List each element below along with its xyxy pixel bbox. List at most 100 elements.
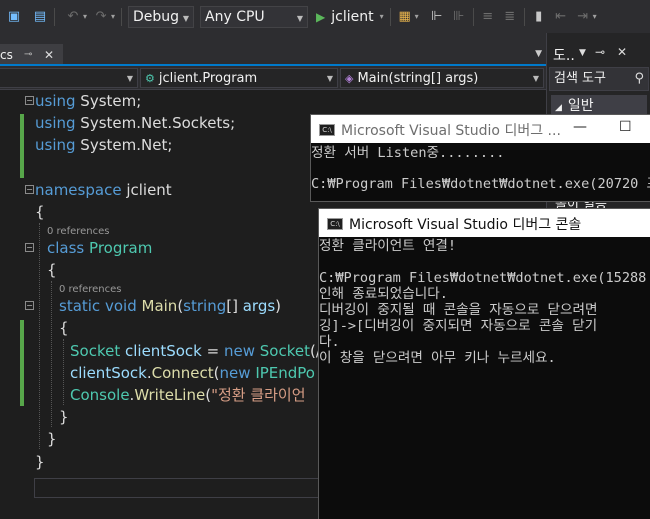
console-output-line: 정환 서버 Listen중........ xyxy=(311,145,505,161)
change-indicator xyxy=(20,114,24,178)
collapse-icon[interactable]: − xyxy=(25,243,34,252)
code-line: clientSock.Connect(new IPEndPo xyxy=(70,364,315,382)
code-line: } xyxy=(35,453,45,471)
console-output-line: 다. xyxy=(319,334,340,350)
toolbar-overflow-icon[interactable]: ▾ xyxy=(593,12,597,21)
bookmark-icon[interactable]: ▮ xyxy=(531,9,547,25)
console-output-line: C:₩Program Files₩dotnet₩dotnet.exe(15288… xyxy=(319,270,650,286)
code-line: Socket clientSock = new Socket(/ xyxy=(70,342,321,360)
document-tab-row: cs ⊸ ✕ ▼ xyxy=(0,33,546,66)
chevron-down-icon: ▼ xyxy=(296,13,304,23)
console-output-line: 깅]->[디버깅이 중지되면 자동으로 콘솔 닫기 xyxy=(319,318,598,334)
indent-guide xyxy=(39,223,40,449)
debug-console-window-front[interactable]: C:\ Microsoft Visual Studio 디버그 콘솔 정환 클라… xyxy=(318,208,650,519)
class-icon: ⚙ xyxy=(145,72,155,85)
toolbar-separator xyxy=(389,7,391,26)
tab-label: cs xyxy=(0,48,13,62)
search-placeholder: 검색 도구 xyxy=(554,71,606,86)
console-output-line: 이 창을 닫으려면 아무 키나 누르세요. xyxy=(319,350,556,366)
method-icon: ◈ xyxy=(345,72,354,85)
solution-platform-dropdown[interactable]: Any CPU ▼ xyxy=(200,5,309,28)
code-line: static void Main(string[] args) xyxy=(59,297,282,315)
pin-icon[interactable]: ⊸ xyxy=(24,44,32,66)
collapse-icon[interactable]: − xyxy=(25,301,34,310)
code-line: using System.Net.Sockets; xyxy=(35,114,236,132)
console-output-line: C:₩Program Files₩dotnet₩dotnet.exe(20720… xyxy=(311,176,650,192)
console-titlebar[interactable]: C:\ Microsoft Visual Studio 디버그 콘솔 xyxy=(319,209,650,237)
search-icon: ⚲ xyxy=(634,71,644,86)
console-titlebar[interactable]: C:\ Microsoft Visual Studio 디버그 ... — ☐ xyxy=(311,115,650,143)
panel-title: 도.. xyxy=(553,48,575,64)
chevron-down-icon: ▼ xyxy=(326,74,333,83)
maximize-icon[interactable]: ☐ xyxy=(619,119,632,135)
console-output-line: 정환 클라이언트 연결! xyxy=(319,238,457,254)
tab-program-cs[interactable]: cs ⊸ ✕ xyxy=(0,44,63,66)
toolbar-separator xyxy=(472,7,474,26)
class-combo[interactable]: ⚙ jclient.Program ▼ xyxy=(140,68,338,88)
uncomment-icon[interactable]: ≣ xyxy=(502,9,518,25)
bookmark-next-icon[interactable]: ⇥ xyxy=(575,9,591,25)
code-line: } xyxy=(47,430,57,448)
toolbar-separator xyxy=(523,7,525,26)
code-line: } xyxy=(59,408,69,426)
caret-down-icon: ◢ xyxy=(555,103,562,113)
solution-configuration-dropdown[interactable]: Debug ▼ xyxy=(128,5,195,28)
code-line: using System; xyxy=(35,92,142,110)
collapse-icon[interactable]: − xyxy=(25,96,34,105)
console-icon: C:\ xyxy=(327,218,343,230)
chevron-down-icon[interactable]: ▾ xyxy=(415,12,419,21)
bookmark-prev-icon[interactable]: ⇤ xyxy=(553,9,569,25)
toolbar-separator xyxy=(54,7,55,26)
chevron-down-icon: ▼ xyxy=(182,13,190,23)
code-line: { xyxy=(47,261,57,279)
chevron-down-icon: ▾ xyxy=(379,12,384,21)
step-over-icon[interactable]: ⊪ xyxy=(451,9,467,25)
save-icon[interactable]: ▣ xyxy=(6,9,22,25)
member-combo[interactable]: ◈ Main(string[] args) ▼ xyxy=(340,68,544,88)
group-label: 일반 xyxy=(567,98,594,114)
redo-icon[interactable]: ↷ xyxy=(93,9,109,25)
step-into-icon[interactable]: ⊩ xyxy=(429,9,445,25)
debug-console-window-back[interactable]: C:\ Microsoft Visual Studio 디버그 ... — ☐ … xyxy=(310,114,650,202)
platform-value: Any CPU xyxy=(205,8,265,25)
minimize-icon[interactable]: — xyxy=(573,119,587,135)
console-icon: C:\ xyxy=(319,124,335,136)
project-combo[interactable]: ▼ xyxy=(0,68,138,88)
undo-icon[interactable]: ↶ xyxy=(65,9,81,25)
class-combo-value: jclient.Program xyxy=(158,71,258,86)
codelens-references[interactable]: 0 references xyxy=(47,226,110,237)
chevron-down-icon: ▼ xyxy=(532,74,539,83)
main-toolbar: ▣ ▤ ↶ ▾ ↷ ▾ Debug ▼ Any CPU ▼ ▶ jclient … xyxy=(0,0,650,33)
undo-dropdown-icon[interactable]: ▾ xyxy=(83,12,87,21)
code-line: namespace jclient xyxy=(35,181,172,199)
toolbar-separator xyxy=(121,7,123,26)
toolbox-search-input[interactable]: 검색 도구 ⚲ xyxy=(549,67,649,91)
codelens-references[interactable]: 0 references xyxy=(59,284,122,295)
pin-icon[interactable]: ⊸ xyxy=(595,45,605,59)
dropdown-icon[interactable]: ▼ xyxy=(579,48,586,58)
close-icon[interactable]: ✕ xyxy=(44,44,54,66)
console-output-line: 인해 종료되었습니다. xyxy=(319,286,448,302)
console-output-line: 디버깅이 중지될 때 콘솔을 자동으로 닫으려면 xyxy=(319,302,598,318)
chevron-down-icon: ▼ xyxy=(126,74,133,83)
code-line: class Program xyxy=(47,239,153,257)
play-icon: ▶ xyxy=(316,9,326,24)
comment-icon[interactable]: ≡ xyxy=(480,9,496,25)
start-debugging-button[interactable]: ▶ jclient ▾ xyxy=(316,9,384,25)
indent-guide xyxy=(63,339,64,405)
indent-guide xyxy=(51,281,52,427)
save-all-icon[interactable]: ▤ xyxy=(32,9,48,25)
console-title: Microsoft Visual Studio 디버그 ... xyxy=(341,123,561,139)
member-combo-value: Main(string[] args) xyxy=(357,71,479,86)
tab-overflow-icon[interactable]: ▼ xyxy=(535,49,542,59)
redo-dropdown-icon[interactable]: ▾ xyxy=(111,12,115,21)
code-line: { xyxy=(59,319,69,337)
navigation-bar: ▼ ⚙ jclient.Program ▼ ◈ Main(string[] args… xyxy=(0,66,546,90)
code-line: Console.WriteLine("정환 클라이언 xyxy=(70,386,306,404)
close-icon[interactable]: ✕ xyxy=(617,45,627,59)
change-indicator xyxy=(20,320,24,406)
console-title: Microsoft Visual Studio 디버그 콘솔 xyxy=(349,217,582,233)
collapse-icon[interactable]: − xyxy=(25,185,34,194)
browser-link-icon[interactable]: ▦ xyxy=(397,9,413,25)
configuration-value: Debug xyxy=(133,8,180,25)
